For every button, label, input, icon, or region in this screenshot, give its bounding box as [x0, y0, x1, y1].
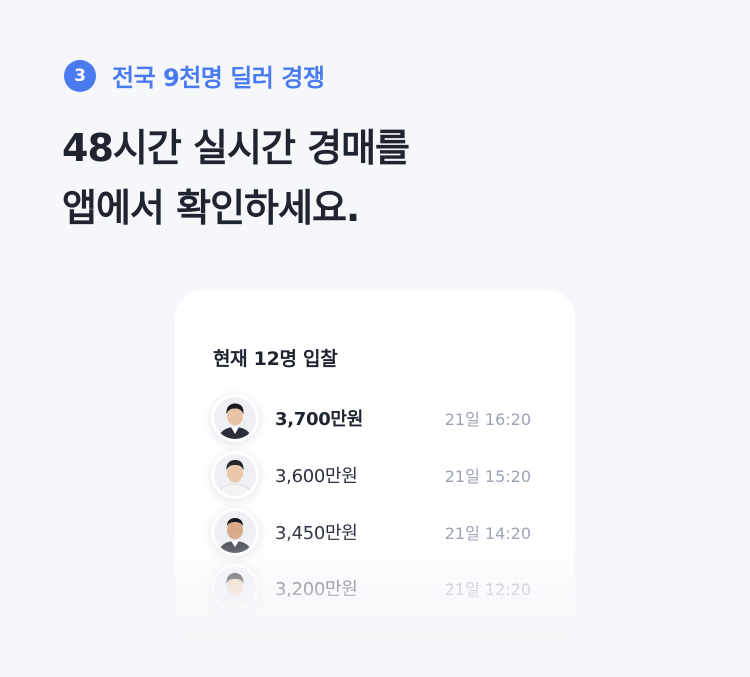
bid-time: 21일 12:20: [444, 580, 531, 599]
bid-amount: 3,450만원: [275, 523, 358, 544]
dealer-avatar-icon: [211, 564, 259, 612]
bid-amount: 3,600만원: [275, 466, 358, 487]
bid-time: 21일 14:20: [444, 524, 531, 543]
headline-line-1: 48시간 실시간 경매를: [62, 126, 410, 170]
bid-time: 21일 16:20: [444, 410, 531, 429]
step-label: 전국 9천명 딜러 경쟁: [112, 64, 325, 92]
dealer-avatar-icon: [214, 511, 256, 553]
bid-row: 3,700만원 21일 16:20: [211, 394, 531, 442]
step-header: 3 전국 9천명 딜러 경쟁: [64, 58, 325, 93]
bid-row: 3,450만원 21일 14:20: [211, 508, 531, 556]
dealer-avatar-icon: [211, 451, 259, 499]
bid-row: 3,600만원 21일 15:20: [211, 451, 531, 499]
step-number-badge: 3: [64, 59, 96, 92]
dealer-avatar-icon: [214, 567, 256, 609]
dealer-avatar-icon: [214, 454, 256, 496]
bid-card: 현재 12명 입찰 3,700만원 21일 16:20 3,600만원 21일 …: [175, 290, 575, 650]
bid-count-title: 현재 12명 입찰: [213, 348, 338, 370]
dealer-avatar-icon: [211, 508, 259, 556]
headline: 48시간 실시간 경매를 앱에서 확인하세요.: [62, 118, 410, 238]
bid-amount: 3,200만원: [275, 579, 358, 600]
bid-row: 3,200만원 21일 12:20: [211, 564, 531, 612]
bid-amount: 3,700만원: [275, 409, 363, 430]
headline-line-2: 앱에서 확인하세요.: [62, 186, 360, 230]
dealer-avatar-icon: [214, 397, 256, 439]
dealer-avatar-icon: [211, 394, 259, 442]
bid-time: 21일 15:20: [444, 467, 531, 486]
